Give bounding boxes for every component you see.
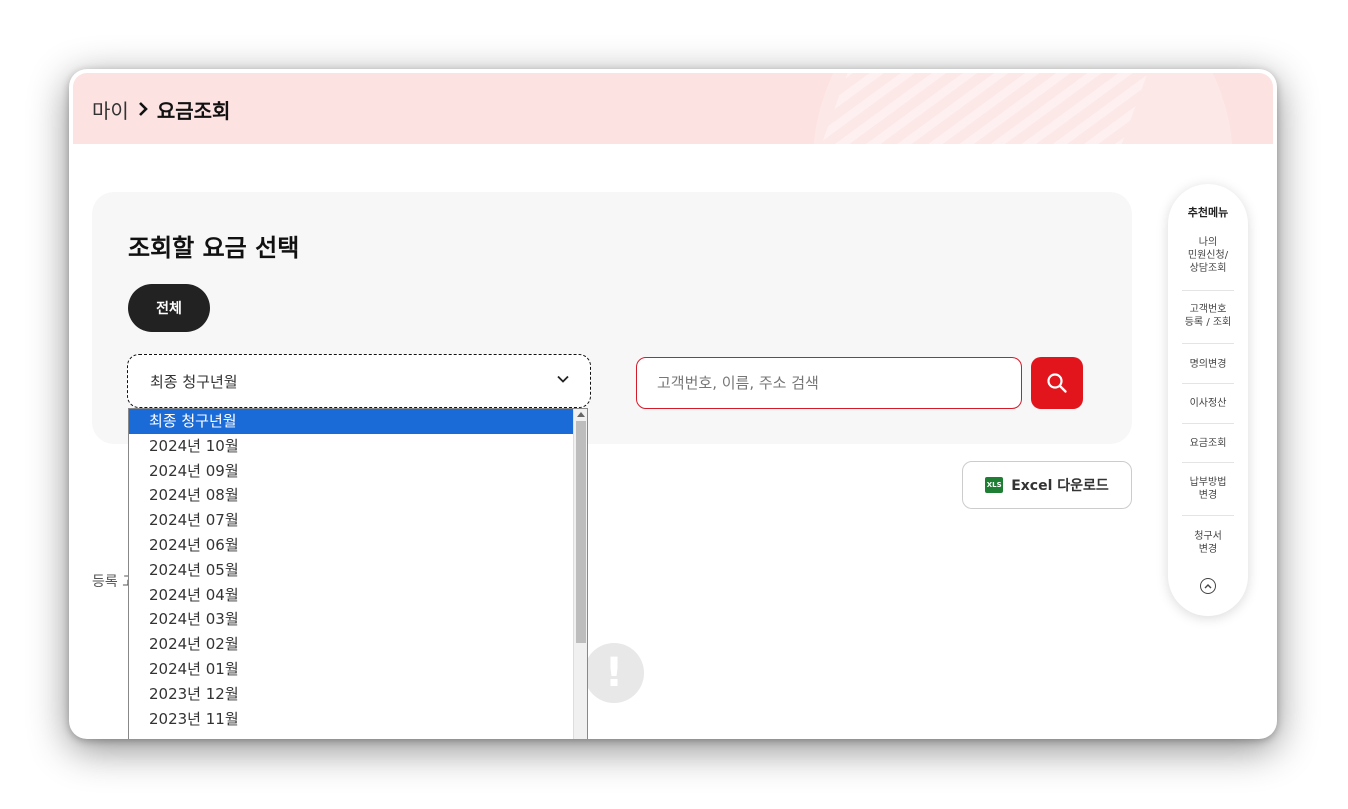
dropdown-option[interactable]: 2024년 07월 — [129, 508, 573, 533]
header-stripes — [803, 73, 1163, 144]
side-menu-item-fee-inquiry[interactable]: 요금조회 — [1180, 437, 1236, 450]
dropdown-scrollbar[interactable] — [573, 409, 587, 739]
side-menu-item-moving-settlement[interactable]: 이사정산 — [1180, 397, 1236, 410]
dropdown-option[interactable]: 2024년 10월 — [129, 434, 573, 459]
billing-month-dropdown[interactable]: 최종 청구년월 2024년 10월 2024년 09월 2024년 08월 2024년 … — [128, 408, 588, 739]
dropdown-option[interactable]: 2023년 12월 — [129, 682, 573, 707]
dropdown-options: 최종 청구년월 2024년 10월 2024년 09월 2024년 08월 2024년 … — [129, 409, 587, 731]
panel-title: 조회할 요금 선택 — [128, 234, 300, 262]
search-icon — [1047, 373, 1067, 393]
dropdown-option[interactable]: 2024년 06월 — [129, 533, 573, 558]
side-menu-item-name-change[interactable]: 명의변경 — [1180, 358, 1236, 371]
scrollbar-thumb[interactable] — [576, 421, 586, 643]
dropdown-option[interactable]: 2024년 02월 — [129, 632, 573, 657]
side-menu-item-customer-number[interactable]: 고객번호 등록 / 조회 — [1180, 303, 1236, 329]
breadcrumb: 마이 요금조회 — [92, 95, 230, 124]
dropdown-option[interactable]: 2024년 03월 — [129, 607, 573, 632]
divider — [1182, 290, 1234, 291]
excel-download-button[interactable]: XLS Excel 다운로드 — [962, 461, 1132, 509]
divider — [1182, 423, 1234, 424]
breadcrumb-parent[interactable]: 마이 — [92, 95, 129, 124]
side-menu-item-payment-method[interactable]: 납부방법 변경 — [1180, 476, 1236, 502]
divider — [1182, 515, 1234, 516]
chevron-down-icon — [557, 375, 569, 383]
chevron-right-icon — [137, 98, 149, 122]
exclamation-icon: ! — [584, 643, 644, 703]
divider — [1182, 343, 1234, 344]
side-menu-item-bill-change[interactable]: 청구서 변경 — [1180, 530, 1236, 556]
search-button[interactable] — [1031, 357, 1083, 409]
side-menu-item-complaint[interactable]: 나의 민원신청/ 상담조회 — [1180, 236, 1236, 275]
breadcrumb-current: 요금조회 — [156, 99, 231, 123]
search-input[interactable] — [636, 357, 1022, 409]
scroll-up-arrow-icon[interactable] — [577, 412, 585, 417]
dropdown-option[interactable]: 2023년 11월 — [129, 707, 573, 732]
recommended-side-menu: 추천메뉴 나의 민원신청/ 상담조회 고객번호 등록 / 조회 명의변경 이사정… — [1168, 184, 1248, 616]
billing-month-select[interactable]: 최종 청구년월 — [127, 354, 591, 408]
chevron-up-icon[interactable] — [1200, 578, 1216, 594]
dropdown-option[interactable]: 2024년 09월 — [129, 459, 573, 484]
dropdown-option[interactable]: 2024년 04월 — [129, 583, 573, 608]
excel-file-icon: XLS — [985, 477, 1004, 493]
divider — [1182, 383, 1234, 384]
side-menu-title: 추천메뉴 — [1187, 206, 1229, 219]
select-value: 최종 청구년월 — [150, 372, 238, 391]
browser-window: 마이 요금조회 조회할 요금 선택 전체 최종 청구년월 XLS Excel 다… — [69, 69, 1277, 739]
page-header: 마이 요금조회 — [73, 73, 1273, 144]
all-button[interactable]: 전체 — [128, 284, 210, 332]
divider — [1182, 462, 1234, 463]
dropdown-option[interactable]: 2024년 01월 — [129, 657, 573, 682]
dropdown-option[interactable]: 2024년 05월 — [129, 558, 573, 583]
excel-download-label: Excel 다운로드 — [1011, 478, 1109, 494]
dropdown-option[interactable]: 최종 청구년월 — [129, 409, 573, 434]
dropdown-option[interactable]: 2024년 08월 — [129, 483, 573, 508]
